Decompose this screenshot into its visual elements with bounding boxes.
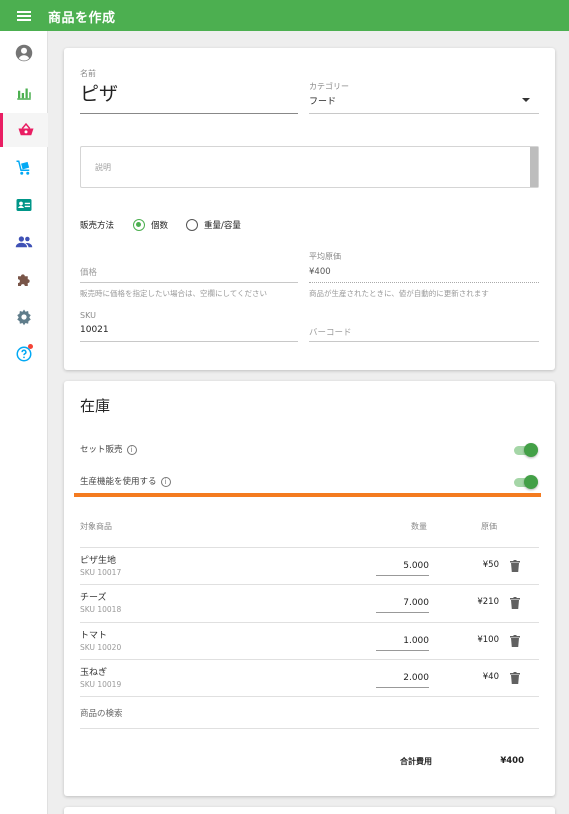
trash-icon[interactable] (510, 597, 520, 609)
bar-chart-icon (17, 88, 31, 100)
app-bar: 商品を作成 (0, 0, 569, 31)
row-item-name: チーズ (80, 593, 107, 603)
inventory-card: 在庫 セット販売 i 生産機能を使用する i 対象商品 数量 原価 ピザ生地 SKU… (64, 381, 555, 796)
production-row: 生産機能を使用する i (80, 475, 171, 487)
sidebar-item-purchases[interactable] (0, 151, 48, 185)
qty-underline (376, 612, 429, 613)
row-item-name: ピザ生地 (80, 556, 117, 566)
row-cost: ¥210 (477, 597, 499, 607)
shopping-basket-icon (18, 122, 33, 136)
production-label: 生産機能を使用する (80, 477, 157, 487)
row-divider (80, 584, 539, 585)
sidebar-item-help[interactable] (0, 337, 48, 371)
qty-underline (376, 575, 429, 576)
row-qty-input[interactable]: 1.000 (377, 636, 429, 646)
info-icon[interactable]: i (160, 476, 171, 487)
page-title: 商品を作成 (48, 11, 116, 26)
sidebar-item-reports[interactable] (0, 76, 48, 110)
product-details-card: 名前 ピザ カテゴリー フード 説明 販売方法 個数 重量/容量 価格 販売時に… (64, 48, 555, 370)
category-underline (309, 113, 539, 114)
highlight-underline (74, 493, 541, 497)
description-textarea[interactable] (80, 146, 539, 188)
row-item-sku: SKU 10017 (80, 568, 122, 577)
barcode-placeholder[interactable]: バーコード (309, 326, 352, 338)
name-underline (80, 113, 298, 114)
set-sale-label: セット販売 (80, 445, 123, 455)
product-search-input[interactable]: 商品の検索 (80, 707, 123, 719)
radio-by-weight-label: 重量/容量 (204, 221, 241, 231)
chevron-down-icon[interactable] (522, 98, 530, 102)
id-card-icon (16, 199, 32, 211)
radio-by-count[interactable] (133, 219, 145, 231)
radio-by-count-label: 個数 (151, 221, 169, 231)
search-underline (80, 728, 539, 729)
avg-cost-hint: 商品が生産されたときに、値が自動的に更新されます (309, 289, 489, 298)
set-sale-toggle[interactable] (513, 442, 539, 458)
row-divider (80, 622, 539, 623)
row-cost: ¥40 (482, 672, 499, 682)
description-placeholder: 説明 (95, 163, 111, 172)
row-item-name: 玉ねぎ (80, 668, 108, 678)
info-icon[interactable]: i (126, 444, 137, 455)
row-divider (80, 659, 539, 660)
column-header-cost: 原価 (481, 522, 497, 531)
production-toggle[interactable] (513, 474, 539, 490)
textarea-scrollbar[interactable] (530, 147, 538, 187)
sidebar-item-products[interactable] (0, 113, 48, 147)
row-qty-input[interactable]: 2.000 (377, 673, 429, 683)
column-header-item: 対象商品 (80, 522, 112, 531)
total-cost-value: ¥400 (500, 756, 524, 766)
next-card (64, 807, 555, 814)
row-qty-input[interactable]: 5.000 (377, 561, 429, 571)
header-divider (80, 547, 539, 548)
sidebar-item-customers[interactable] (0, 188, 48, 222)
sku-label: SKU (80, 311, 96, 320)
row-cost: ¥50 (482, 560, 499, 570)
name-label: 名前 (80, 69, 96, 78)
account-circle-icon (15, 44, 33, 62)
category-select[interactable]: フード (309, 94, 336, 107)
set-sale-row: セット販売 i (80, 443, 137, 455)
row-item-sku: SKU 10018 (80, 605, 122, 614)
row-divider (80, 696, 539, 697)
trash-icon[interactable] (510, 560, 520, 572)
avg-cost-underline (309, 282, 539, 283)
sale-method-label: 販売方法 (80, 221, 115, 231)
qty-underline (376, 650, 429, 651)
qty-underline (376, 687, 429, 688)
puzzle-icon (18, 274, 30, 286)
sidebar-item-staff[interactable] (0, 225, 48, 259)
avg-cost-label: 平均原価 (309, 252, 341, 261)
sidebar-item-settings[interactable] (0, 300, 48, 334)
row-item-sku: SKU 10019 (80, 680, 122, 689)
trash-icon[interactable] (510, 672, 520, 684)
trash-icon[interactable] (510, 635, 520, 647)
sidebar-item-addons[interactable] (0, 263, 48, 297)
price-hint: 販売時に価格を指定したい場合は、空欄にしてください (80, 289, 268, 298)
radio-by-weight[interactable] (186, 219, 198, 231)
inventory-title: 在庫 (80, 397, 111, 415)
row-cost: ¥100 (477, 635, 499, 645)
price-underline (80, 282, 298, 283)
name-input[interactable]: ピザ (80, 79, 118, 106)
price-placeholder[interactable]: 価格 (80, 266, 97, 278)
notification-badge (28, 344, 33, 349)
category-label: カテゴリー (309, 82, 349, 91)
column-header-qty: 数量 (411, 522, 427, 531)
row-item-name: トマト (80, 631, 108, 641)
sku-input[interactable]: 10021 (80, 325, 109, 335)
row-qty-input[interactable]: 7.000 (377, 598, 429, 608)
avg-cost-value: ¥400 (309, 267, 331, 277)
barcode-underline (309, 341, 539, 342)
menu-icon[interactable] (17, 11, 31, 21)
sku-underline (80, 341, 298, 342)
sidebar (0, 31, 48, 814)
total-cost-label: 合計費用 (400, 757, 432, 766)
sidebar-item-account[interactable] (0, 36, 48, 70)
people-icon (15, 236, 33, 248)
gear-icon (17, 309, 31, 326)
cart-icon (16, 160, 30, 175)
row-item-sku: SKU 10020 (80, 643, 122, 652)
